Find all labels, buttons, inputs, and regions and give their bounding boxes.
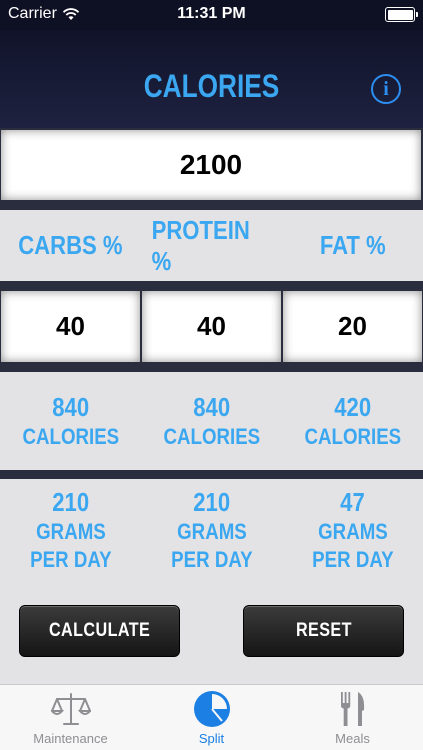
carbs-per-day-unit: PER DAY	[29, 546, 112, 572]
tab-bar: Maintenance Split Meals	[0, 684, 423, 750]
fat-calories-value: 420	[334, 392, 371, 422]
calculate-button[interactable]: CALCULATE	[19, 605, 180, 657]
carbs-calories-value: 840	[52, 392, 89, 422]
grams-split-row: 210 GRAMS PER DAY 210 GRAMS PER DAY 47 G…	[0, 479, 423, 580]
protein-grams: 210 GRAMS PER DAY	[141, 479, 282, 580]
reset-button[interactable]: RESET	[243, 605, 404, 657]
fat-grams: 47 GRAMS PER DAY	[282, 479, 423, 580]
tab-split-label: Split	[198, 731, 225, 746]
carbs-grams: 210 GRAMS PER DAY	[0, 479, 141, 580]
info-button[interactable]: i	[371, 74, 401, 104]
page-title: CALORIES	[143, 68, 280, 104]
percent-input-row: 40 40 20	[0, 291, 423, 362]
macro-header-row: CARBS % PROTEIN % FAT %	[0, 210, 423, 281]
carbs-calories: 840 CALORIES	[0, 372, 141, 470]
carbs-grams-unit: GRAMS	[35, 518, 106, 544]
calories-split-row: 840 CALORIES 840 CALORIES 420 CALORIES	[0, 372, 423, 470]
battery-icon	[385, 7, 418, 22]
calories-input[interactable]: 2100	[1, 130, 421, 200]
protein-calories-unit: CALORIES	[163, 424, 260, 449]
carbs-header: CARBS %	[18, 230, 123, 260]
fat-header: FAT %	[319, 230, 386, 260]
tab-meals-label: Meals	[335, 731, 370, 746]
fat-percent-input[interactable]: 20	[283, 291, 422, 362]
fat-grams-value: 47	[340, 486, 365, 517]
nav-bar: CALORIES i	[0, 30, 423, 128]
fat-calories: 420 CALORIES	[282, 372, 423, 470]
protein-grams-value: 210	[193, 486, 230, 517]
status-bar: Carrier 11:31 PM	[0, 0, 423, 30]
pie-chart-icon	[193, 691, 230, 727]
tab-split[interactable]: Split	[141, 685, 282, 750]
scale-icon	[50, 693, 91, 725]
fork-knife-icon	[340, 692, 364, 726]
carbs-calories-unit: CALORIES	[22, 424, 119, 449]
protein-calories: 840 CALORIES	[141, 372, 282, 470]
fat-per-day-unit: PER DAY	[311, 546, 394, 572]
carbs-percent-input[interactable]: 40	[1, 291, 140, 362]
tab-maintenance-label: Maintenance	[33, 731, 108, 746]
fat-calories-unit: CALORIES	[304, 424, 401, 449]
fat-grams-unit: GRAMS	[317, 518, 388, 544]
protein-calories-value: 840	[193, 392, 230, 422]
protein-percent-input[interactable]: 40	[142, 291, 281, 362]
protein-per-day-unit: PER DAY	[170, 546, 253, 572]
protein-grams-unit: GRAMS	[176, 518, 247, 544]
tab-maintenance[interactable]: Maintenance	[0, 685, 141, 750]
clock: 11:31 PM	[177, 5, 246, 22]
action-area: CALCULATE RESET	[0, 580, 423, 684]
carbs-grams-value: 210	[52, 486, 89, 517]
protein-header: PROTEIN %	[151, 214, 250, 276]
tab-meals[interactable]: Meals	[282, 685, 423, 750]
